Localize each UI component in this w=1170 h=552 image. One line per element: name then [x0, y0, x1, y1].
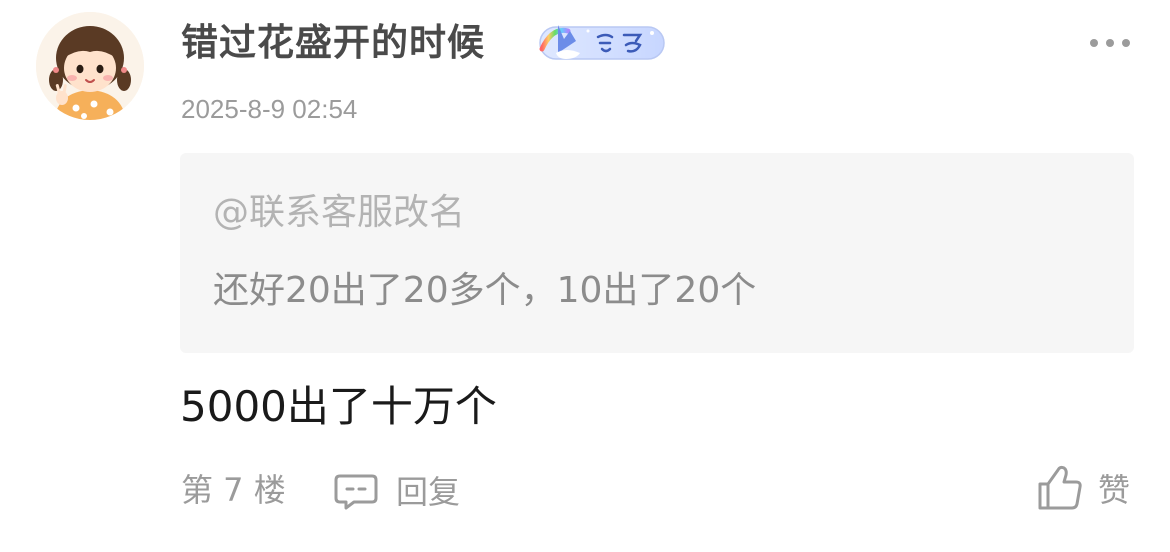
like-button[interactable]: 赞	[1034, 462, 1130, 514]
member-badge-icon	[539, 25, 665, 60]
username[interactable]: 错过花盛开的时候	[181, 18, 485, 68]
quoted-text: 还好20出了20多个，10出了20个	[213, 270, 757, 311]
thumbs-up-icon	[1038, 465, 1082, 510]
more-dot-icon	[1106, 39, 1114, 47]
like-label: 赞	[1098, 471, 1131, 509]
more-dot-icon	[1090, 39, 1098, 47]
more-dot-icon	[1122, 39, 1130, 47]
reply-button[interactable]: 回复	[332, 466, 460, 514]
more-options-button[interactable]	[1090, 34, 1130, 52]
quoted-mention[interactable]: @联系客服改名	[213, 189, 465, 237]
floor-number: 第 7 楼	[181, 471, 286, 509]
comment-body: 5000出了十万个	[180, 382, 497, 431]
comment-bubble-icon	[334, 474, 378, 510]
girl-avatar-icon	[36, 12, 144, 120]
comment-timestamp: 2025-8-9 02:54	[181, 94, 358, 124]
quoted-reply[interactable]: @联系客服改名 还好20出了20多个，10出了20个	[180, 153, 1134, 353]
user-avatar[interactable]	[36, 12, 144, 120]
member-badge[interactable]	[536, 19, 666, 65]
reply-label: 回复	[396, 473, 461, 511]
